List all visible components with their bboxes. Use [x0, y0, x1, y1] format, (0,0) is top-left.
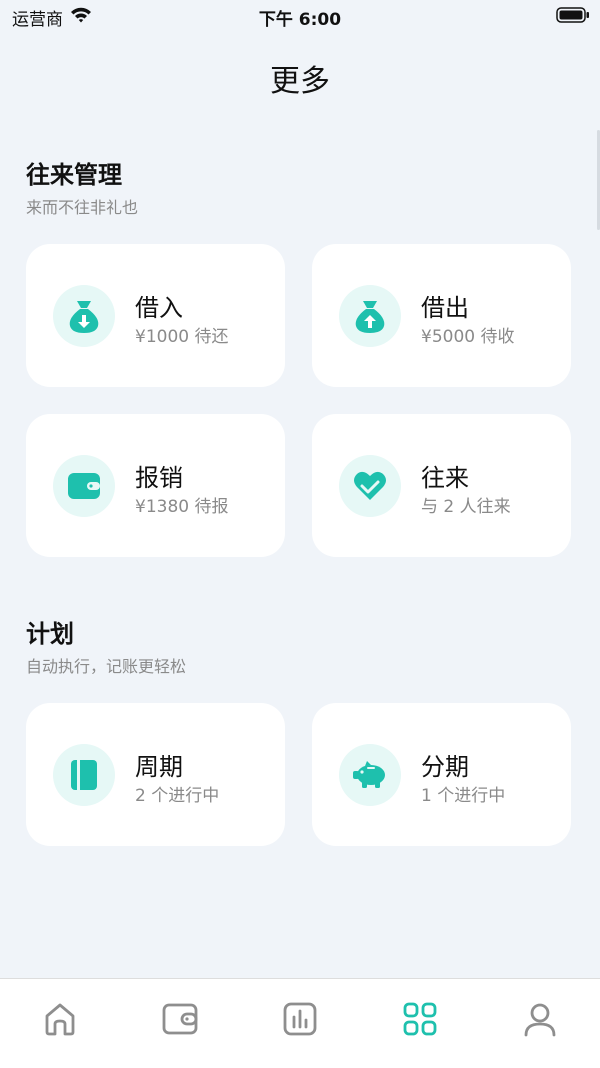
money-bag-up-icon [339, 285, 401, 347]
card-subtitle: ¥1000 待还 [135, 327, 229, 347]
tab-home[interactable] [0, 979, 120, 1068]
tab-wallet[interactable] [120, 979, 240, 1068]
card-subtitle: 2 个进行中 [135, 786, 220, 806]
section-subtitle-contacts: 来而不往非礼也 [26, 198, 139, 217]
card-title: 报销 [135, 464, 183, 492]
card-subtitle: ¥1380 待报 [135, 497, 229, 517]
card-title: 借出 [421, 294, 469, 322]
section-subtitle-plan: 自动执行，记账更轻松 [26, 657, 187, 676]
card-subtitle: 1 个进行中 [421, 786, 506, 806]
grid-icon [402, 979, 438, 1068]
borrow-in-card[interactable]: 借入 ¥1000 待还 [26, 244, 285, 387]
card-title: 往来 [421, 464, 469, 492]
installment-card[interactable]: 分期 1 个进行中 [312, 703, 571, 846]
tab-statistics[interactable] [240, 979, 360, 1068]
status-bar: 运营商 下午 6:00 [0, 0, 600, 32]
tab-bar [0, 978, 600, 1068]
reimbursement-card[interactable]: 报销 ¥1380 待报 [26, 414, 285, 557]
wallet-icon [161, 979, 199, 1068]
tab-more[interactable] [360, 979, 480, 1068]
card-subtitle: 与 2 人往来 [421, 497, 511, 517]
page-title: 更多 [270, 64, 330, 99]
user-icon [522, 979, 558, 1068]
money-bag-down-icon [53, 285, 115, 347]
chart-icon [282, 979, 318, 1068]
card-title: 分期 [421, 753, 469, 781]
notebook-icon [53, 744, 115, 806]
home-icon [42, 979, 78, 1068]
contacts-card[interactable]: 往来 与 2 人往来 [312, 414, 571, 557]
card-title: 周期 [135, 753, 183, 781]
section-title-contacts: 往来管理 [26, 161, 122, 189]
piggy-bank-icon [339, 744, 401, 806]
lend-out-card[interactable]: 借出 ¥5000 待收 [312, 244, 571, 387]
section-title-plan: 计划 [26, 620, 74, 648]
card-subtitle: ¥5000 待收 [421, 327, 515, 347]
card-title: 借入 [135, 294, 183, 322]
battery-icon [556, 7, 590, 27]
heart-handshake-icon [339, 455, 401, 517]
wallet-icon [53, 455, 115, 517]
clock: 下午 6:00 [258, 10, 342, 30]
recurring-card[interactable]: 周期 2 个进行中 [26, 703, 285, 846]
tab-profile[interactable] [480, 979, 600, 1068]
